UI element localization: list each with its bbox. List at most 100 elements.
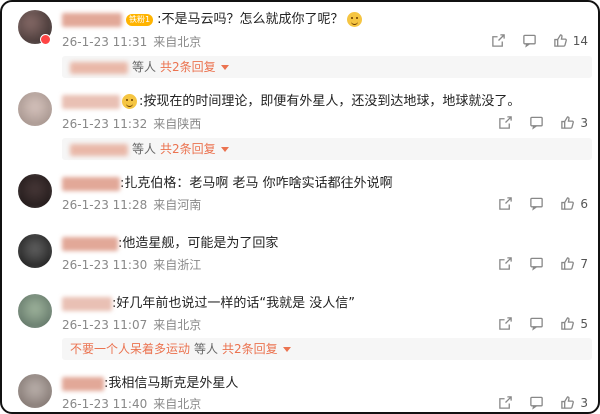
reply-summary[interactable]: 不要一个人呆着多运动 等人 共2条回复 [62, 338, 592, 360]
comment-location: 来自河南 [153, 198, 202, 212]
avatar[interactable] [18, 294, 52, 328]
comment-icon [530, 197, 544, 211]
comment-text-line: :我相信马斯克是外星人 [62, 375, 238, 393]
like-button[interactable]: 3 [560, 115, 588, 130]
comment-date: 26-1-23 11:07 [62, 318, 148, 332]
like-count: 7 [580, 256, 588, 271]
like-button[interactable]: 7 [560, 256, 588, 271]
comment-text: :扎克伯格：老马啊 老马 你咋啥实话都往外说啊 [120, 176, 393, 191]
like-button[interactable]: 14 [553, 33, 588, 48]
share-button[interactable] [498, 395, 513, 410]
comment-text-line: :按现在的时间理论，即便有外星人，还没到达地球，地球就没了。 [62, 93, 520, 111]
comment-actions: 6 [482, 196, 588, 211]
comment-icon [522, 34, 536, 48]
chevron-down-icon [220, 147, 229, 152]
comment-date: 26-1-23 11:28 [62, 198, 148, 212]
like-button[interactable]: 3 [560, 395, 588, 410]
comment-text: :按现在的时间理论，即便有外星人，还没到达地球，地球就没了。 [139, 94, 521, 109]
comment-icon [530, 396, 544, 410]
comment-location: 来自北京 [153, 35, 202, 49]
avatar[interactable] [18, 234, 52, 268]
avatar[interactable] [18, 92, 52, 126]
view-replies-link[interactable]: 共2条回复 [222, 342, 278, 356]
reply-username [70, 61, 128, 74]
comment-text: :不是马云吗？怎么就成你了呢？ [157, 12, 344, 27]
avatar[interactable] [18, 174, 52, 208]
share-icon [499, 257, 513, 270]
comment-actions: 14 [475, 33, 588, 48]
share-button[interactable] [498, 196, 513, 211]
share-button[interactable] [498, 316, 513, 331]
reply-summary[interactable]: 等人 共2条回复 [62, 56, 592, 78]
comment-meta: 26-1-23 11:28 来自河南 [62, 197, 207, 213]
comment-button[interactable] [529, 316, 544, 331]
comment-text-line: 铁粉1:不是马云吗？怎么就成你了呢？ [62, 11, 363, 29]
share-button[interactable] [491, 33, 506, 48]
comment-location: 来自北京 [153, 318, 202, 332]
comment-location: 来自浙江 [153, 258, 202, 272]
chevron-down-icon [220, 65, 229, 70]
avatar[interactable] [18, 374, 52, 408]
reply-username [70, 143, 128, 156]
comment-button[interactable] [529, 196, 544, 211]
like-button[interactable]: 6 [560, 196, 588, 211]
like-count: 14 [572, 33, 588, 48]
like-icon [561, 396, 575, 409]
level-badge: 铁粉1 [126, 13, 154, 26]
comment-location: 来自北京 [153, 397, 202, 411]
comment-actions: 5 [482, 316, 588, 331]
like-count: 3 [580, 115, 588, 130]
username[interactable] [62, 12, 122, 27]
comment-date: 26-1-23 11:32 [62, 117, 148, 131]
smile-emoji-icon [347, 12, 363, 27]
like-icon [561, 317, 575, 330]
comment-date: 26-1-23 11:30 [62, 258, 148, 272]
comment-location: 来自陕西 [153, 117, 202, 131]
comment-meta: 26-1-23 11:32 来自陕西 [62, 116, 207, 132]
like-icon [553, 34, 567, 47]
comment-meta: 26-1-23 11:07 来自北京 [62, 317, 207, 333]
comment-meta: 26-1-23 11:40 来自北京 [62, 396, 207, 412]
comment-button[interactable] [529, 256, 544, 271]
reply-suffix: 等人 [132, 142, 157, 156]
verified-badge-icon [40, 34, 51, 45]
comment-text: :好几年前也说过一样的话“我就是 没人信” [112, 296, 355, 311]
comment-date: 26-1-23 11:40 [62, 397, 148, 411]
username[interactable] [62, 376, 104, 391]
like-icon [561, 197, 575, 210]
share-icon [499, 197, 513, 210]
comment-meta: 26-1-23 11:31 来自北京 [62, 34, 207, 50]
reply-username[interactable]: 不要一个人呆着多运动 [70, 342, 190, 356]
comment-actions: 3 [482, 395, 588, 410]
reply-suffix: 等人 [132, 60, 157, 74]
smile-emoji-icon [122, 94, 137, 109]
like-count: 6 [580, 196, 588, 211]
share-button[interactable] [498, 115, 513, 130]
chevron-down-icon [282, 347, 291, 352]
reply-suffix: 等人 [194, 342, 219, 356]
share-icon [499, 396, 513, 409]
share-button[interactable] [498, 256, 513, 271]
username[interactable] [62, 296, 112, 311]
comment-button[interactable] [529, 395, 544, 410]
like-count: 3 [580, 395, 588, 410]
view-replies-link[interactable]: 共2条回复 [160, 142, 216, 156]
username[interactable] [62, 94, 120, 109]
comment-actions: 3 [482, 115, 588, 130]
view-replies-link[interactable]: 共2条回复 [160, 60, 216, 74]
comment-icon [530, 257, 544, 271]
username[interactable] [62, 176, 120, 191]
like-button[interactable]: 5 [560, 316, 588, 331]
like-count: 5 [580, 316, 588, 331]
comment-date: 26-1-23 11:31 [62, 35, 148, 49]
comment-button[interactable] [522, 33, 537, 48]
comment-icon [530, 116, 544, 130]
comment-icon [530, 317, 544, 331]
comment-button[interactable] [529, 115, 544, 130]
like-icon [561, 116, 575, 129]
reply-summary[interactable]: 等人 共2条回复 [62, 138, 592, 160]
comment-text: :我相信马斯克是外星人 [104, 376, 239, 391]
share-icon [499, 116, 513, 129]
username[interactable] [62, 236, 118, 251]
comment-text-line: :好几年前也说过一样的话“我就是 没人信” [62, 295, 355, 313]
